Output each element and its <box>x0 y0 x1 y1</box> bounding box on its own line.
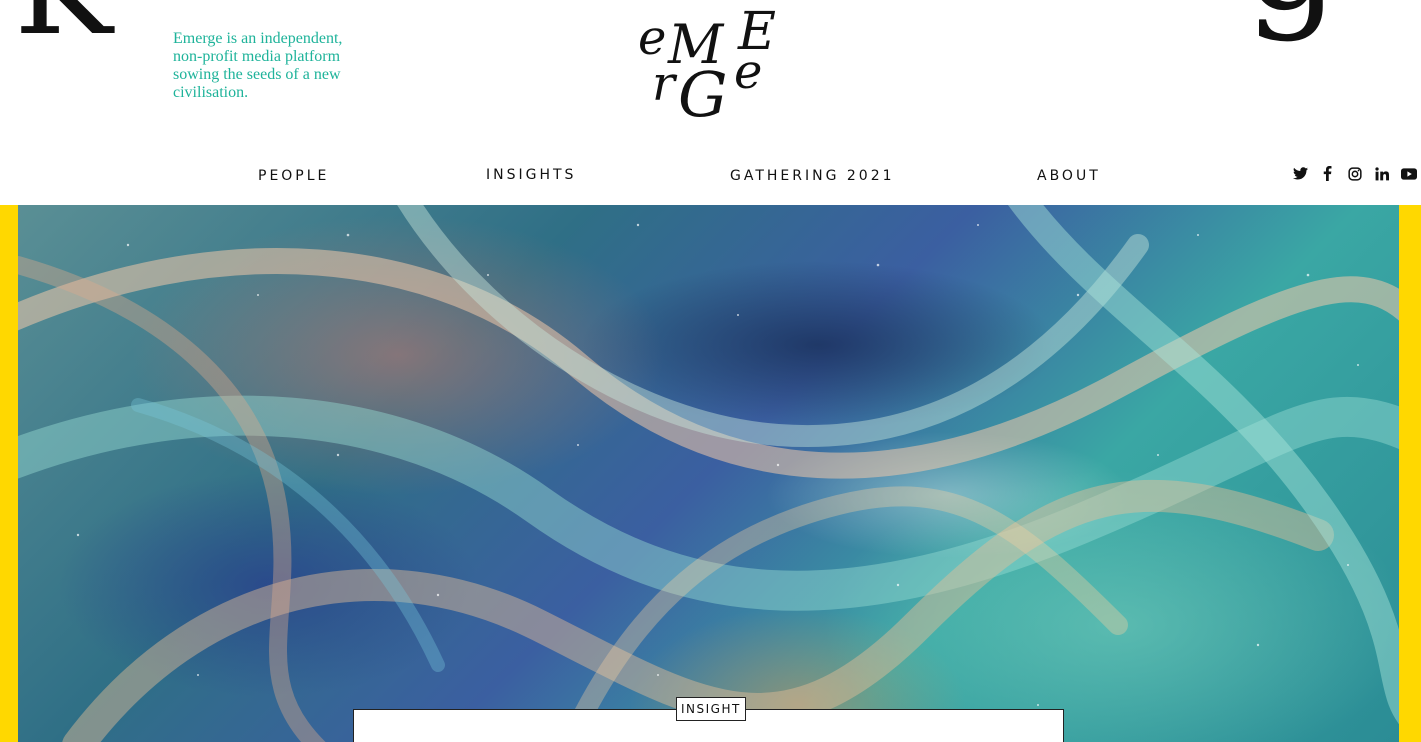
logo-letter-e-lower: e <box>734 44 763 100</box>
decorative-letter-right: g <box>1244 0 1340 32</box>
logo-letter-g: G <box>678 58 728 131</box>
nav-people[interactable]: PEOPLE <box>258 168 329 184</box>
hero-banner <box>0 205 1421 742</box>
logo-letter-e: e <box>638 10 667 66</box>
youtube-icon[interactable] <box>1400 165 1417 182</box>
facebook-icon[interactable] <box>1319 165 1336 182</box>
twitter-icon[interactable] <box>1292 165 1309 182</box>
emerge-logo[interactable]: e M E r G e <box>630 6 790 130</box>
social-links <box>1292 165 1417 182</box>
nav-gathering-2021[interactable]: GATHERING 2021 <box>730 168 895 184</box>
logo-letter-r: r <box>652 56 675 112</box>
decorative-letter-left: K <box>14 0 113 54</box>
hero-image[interactable] <box>18 205 1399 742</box>
instagram-icon[interactable] <box>1346 165 1363 182</box>
nav-insights[interactable]: INSIGHTS <box>486 167 576 183</box>
nav-about[interactable]: ABOUT <box>1037 168 1101 184</box>
insight-badge: INSIGHT <box>676 697 746 721</box>
site-tagline: Emerge is an independent, non-profit med… <box>173 30 343 101</box>
page: K g Emerge is an independent, non-profit… <box>0 0 1421 742</box>
hero-image-texture <box>18 205 1399 742</box>
linkedin-icon[interactable] <box>1373 165 1390 182</box>
